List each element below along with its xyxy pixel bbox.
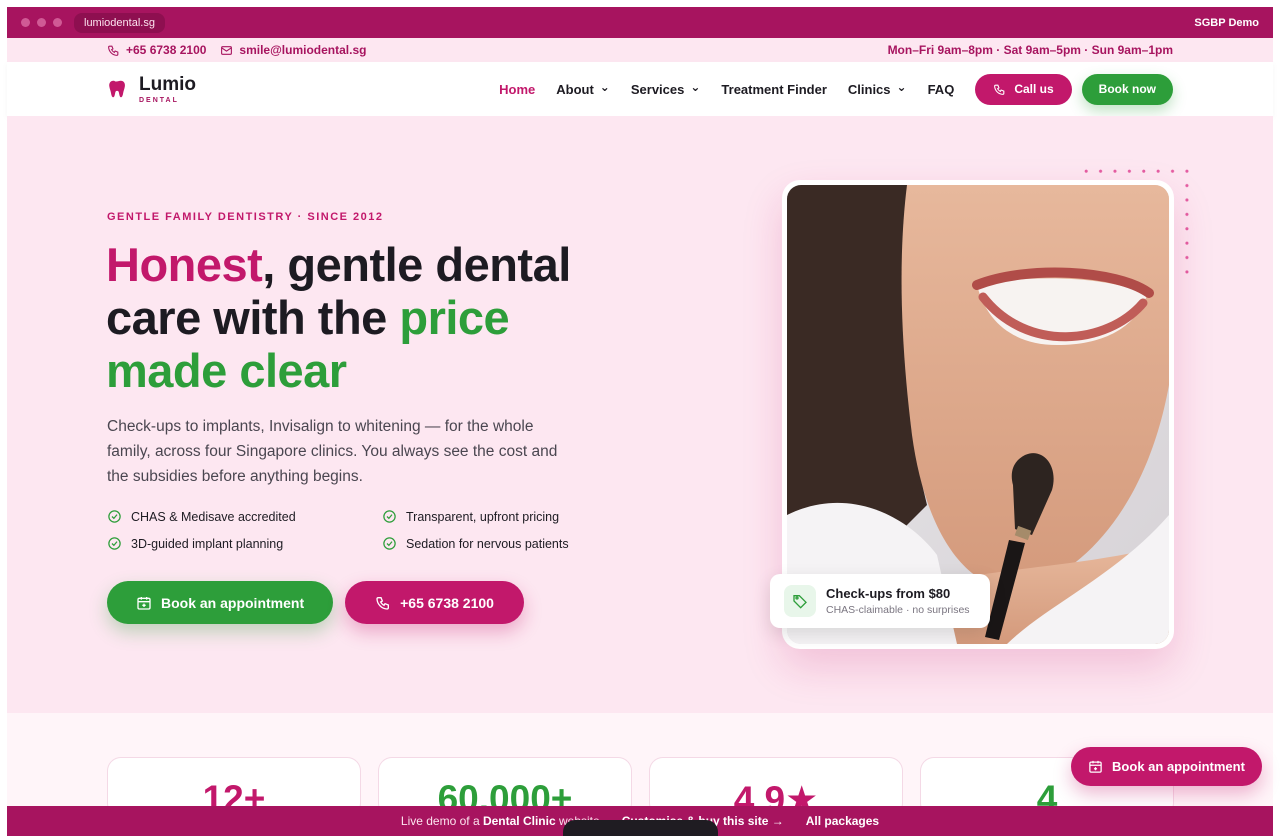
mail-icon (221, 45, 233, 55)
window-controls (21, 18, 62, 27)
call-phone-button[interactable]: +65 6738 2100 (345, 581, 524, 624)
call-us-button[interactable]: Call us (975, 73, 1072, 105)
close-dot[interactable] (21, 18, 30, 27)
nav-treatment-finder[interactable]: Treatment Finder (721, 82, 826, 97)
nav-services[interactable]: Services (631, 82, 701, 97)
all-packages-link[interactable]: All packages (806, 814, 879, 828)
info-phone-link[interactable]: +65 6738 2100 (107, 43, 206, 57)
main-nav: Lumio DENTAL Home About Services Treatme… (7, 62, 1273, 116)
phone-icon (994, 84, 1005, 95)
phone-icon (108, 45, 119, 56)
hero-description: Check-ups to implants, Invisalign to whi… (107, 418, 558, 485)
nav-clinics[interactable]: Clinics (848, 82, 907, 97)
opening-hours: Mon–Fri 9am–8pm · Sat 9am–5pm · Sun 9am–… (887, 43, 1173, 57)
call-phone-label: +65 6738 2100 (400, 594, 494, 611)
info-phone-text: +65 6738 2100 (126, 43, 207, 57)
info-email-text: smile@lumiodental.sg (239, 43, 367, 57)
dock-overlay (563, 820, 718, 836)
price-badge: Check-ups from $80 CHAS-claimable · no s… (770, 574, 990, 628)
demo-type: Dental Clinic (482, 814, 556, 828)
logo-name: Lumio (139, 73, 196, 95)
book-now-button[interactable]: Book now (1081, 73, 1173, 105)
floating-book-button[interactable]: Book an appointment (1071, 747, 1262, 786)
demo-label: SGBP Demo (1194, 16, 1259, 29)
maximize-dot[interactable] (53, 18, 62, 27)
floating-book-label: Book an appointment (1112, 759, 1245, 774)
book-appointment-button[interactable]: Book an appointment (107, 581, 334, 624)
url-bar[interactable]: lumiodental.sg (74, 12, 165, 33)
call-us-label: Call us (1014, 82, 1054, 96)
feature-item: Transparent, upfront pricing (382, 509, 587, 524)
check-circle-icon (108, 510, 121, 523)
tag-icon (793, 595, 807, 609)
check-circle-icon (383, 510, 396, 523)
feature-text: Sedation for nervous patients (406, 536, 569, 551)
site-logo[interactable]: Lumio DENTAL (107, 75, 196, 104)
calendar-icon (137, 596, 151, 610)
nav-menu: Home About Services Treatment Finder Cli… (499, 73, 1173, 105)
phone-icon (376, 596, 390, 610)
feature-item: Sedation for nervous patients (382, 536, 587, 551)
feature-list: CHAS & Medisave accredited Transparent, … (107, 509, 587, 551)
tooth-logo-icon (109, 80, 125, 98)
feature-text: Transparent, upfront pricing (406, 509, 560, 524)
badge-title: Check-ups from $80 (826, 586, 951, 601)
calendar-icon (1089, 760, 1102, 773)
demo-prefix: Live demo of a (400, 814, 483, 828)
feature-item: CHAS & Medisave accredited (107, 509, 382, 524)
browser-chrome: lumiodental.sg SGBP Demo (7, 7, 1273, 38)
hero-headline: Honest, gentle dental care with the pric… (106, 238, 606, 397)
info-email-link[interactable]: smile@lumiodental.sg (220, 43, 366, 57)
book-appointment-label: Book an appointment (161, 594, 305, 611)
hero-cta-row: Book an appointment +65 6738 2100 (107, 581, 524, 624)
feature-item: 3D-guided implant planning (107, 536, 382, 551)
minimize-dot[interactable] (37, 18, 46, 27)
headline-accent-pink: Honest (106, 238, 263, 291)
feature-text: 3D-guided implant planning (131, 536, 284, 551)
hero-section: GENTLE FAMILY DENTISTRY · SINCE 2012 Hon… (7, 116, 1273, 713)
nav-about[interactable]: About (556, 82, 610, 97)
badge-icon-wrap (784, 585, 816, 617)
nav-faq[interactable]: FAQ (928, 82, 955, 97)
check-circle-icon (108, 537, 121, 550)
top-info-bar: +65 6738 2100 smile@lumiodental.sg Mon–F… (7, 38, 1273, 62)
feature-text: CHAS & Medisave accredited (131, 509, 296, 524)
check-circle-icon (383, 537, 396, 550)
logo-subtitle: DENTAL (139, 96, 179, 104)
nav-home[interactable]: Home (499, 82, 535, 97)
badge-subtitle: CHAS-claimable · no surprises (826, 604, 970, 616)
hero-eyebrow: GENTLE FAMILY DENTISTRY · SINCE 2012 (107, 211, 384, 223)
